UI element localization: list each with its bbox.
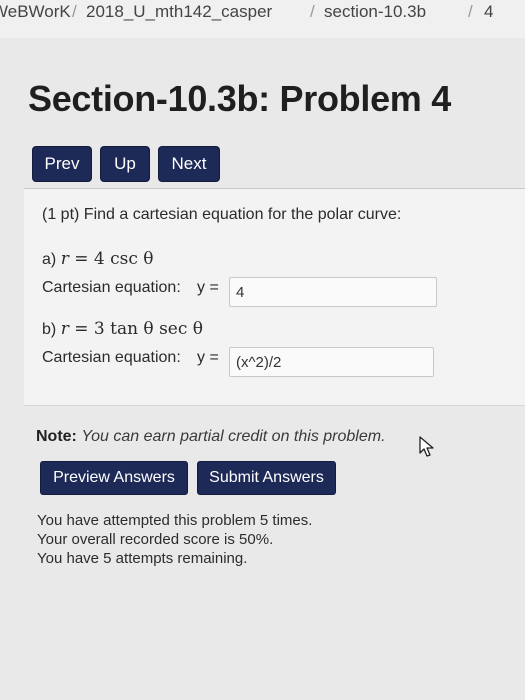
part-a-math: r = 4 csc θ [60,249,154,269]
next-button[interactable]: Next [158,146,220,182]
breadcrumb-item-course[interactable]: 2018_U_mth142_casper [86,2,272,22]
part-a-answer-input[interactable] [229,277,437,307]
part-b-math: r = 3 tan θ sec θ [60,319,204,339]
score-status: Your overall recorded score is 50%. [37,531,274,548]
breadcrumb: WeBWorK / 2018_U_mth142_casper / section… [0,0,525,38]
part-b-answer-var: y = [197,349,219,366]
note-text: You can earn partial credit on this prob… [81,428,386,445]
breadcrumb-separator: / [310,2,315,21]
part-a-answer-var: y = [197,279,219,296]
part-b-equation: b) r = 3 tan θ sec θ [42,319,203,339]
breadcrumb-item-webwork[interactable]: WeBWorK [0,2,71,22]
breadcrumb-separator: / [72,2,77,21]
part-b-answer-input[interactable] [229,347,434,377]
up-button[interactable]: Up [100,146,150,182]
part-a-label: a) [42,251,57,268]
submit-answers-button[interactable]: Submit Answers [197,461,336,495]
problem-box: (1 pt) Find a cartesian equation for the… [24,188,525,406]
note-label: Note: [36,428,77,445]
preview-answers-button[interactable]: Preview Answers [40,461,188,495]
attempts-status: You have attempted this problem 5 times. [37,512,313,529]
part-b-label: b) [42,321,57,338]
mouse-pointer-icon [418,436,436,463]
part-a-equation: a) r = 4 csc θ [42,249,154,269]
breadcrumb-item-section[interactable]: section-10.3b [324,2,426,22]
problem-intro: (1 pt) Find a cartesian equation for the… [42,206,402,223]
breadcrumb-separator: / [468,2,473,21]
prev-button[interactable]: Prev [32,146,92,182]
page-title: Section-10.3b: Problem 4 [28,78,451,119]
part-a-answer-label: Cartesian equation: [42,279,181,296]
remaining-status: You have 5 attempts remaining. [37,550,248,567]
partial-credit-note: Note: You can earn partial credit on thi… [36,428,386,446]
breadcrumb-item-problem: 4 [484,2,494,21]
part-b-answer-label: Cartesian equation: [42,349,181,366]
